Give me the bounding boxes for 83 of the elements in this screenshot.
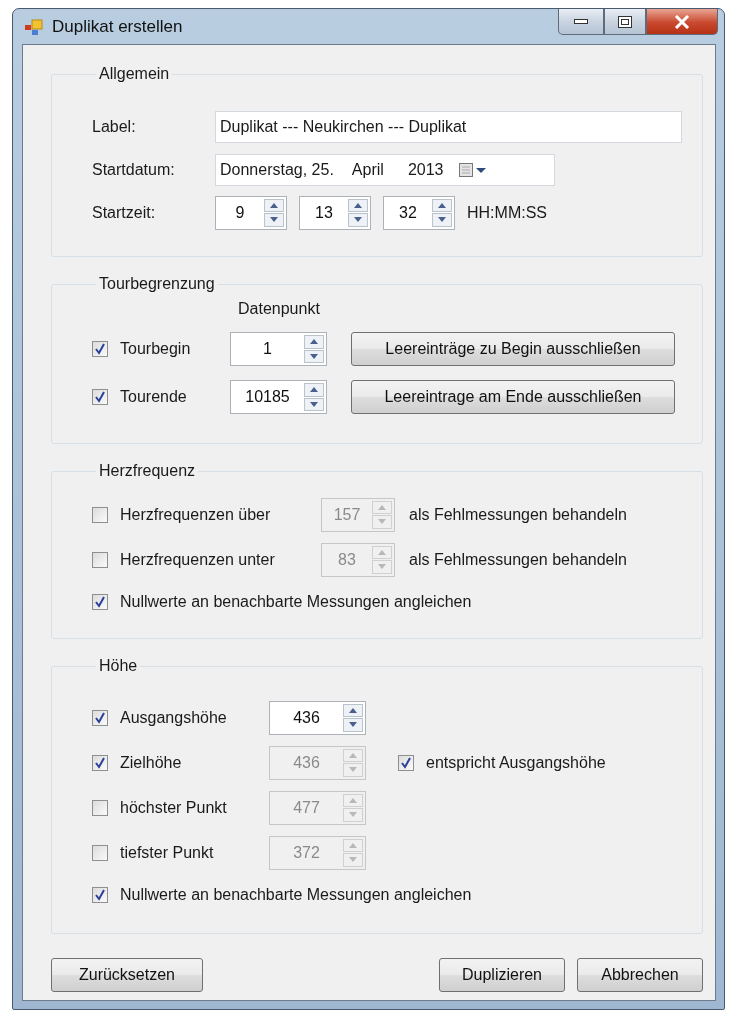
- spin-field[interactable]: 436: [269, 700, 366, 735]
- down-arrow-icon: [349, 812, 357, 818]
- up-arrow-icon: [270, 202, 278, 208]
- reset-button[interactable]: Zurücksetzen: [51, 958, 203, 992]
- exclude-button[interactable]: Leereintrage am Ende ausschließen: [351, 380, 675, 414]
- checkbox[interactable]: [92, 341, 108, 357]
- down-arrow-icon: [349, 722, 357, 728]
- checkbox-label: tiefster Punkt: [120, 843, 215, 862]
- maximize-icon: [618, 15, 632, 28]
- suffix-label: als Fehlmessungen behandeln: [409, 550, 627, 569]
- date-picker[interactable]: Donnerstag, 25. April 2013: [215, 153, 555, 186]
- spin-field[interactable]: 9: [215, 195, 287, 230]
- down-arrow-icon: [349, 767, 357, 773]
- field-label: Label:: [92, 117, 137, 136]
- spin-up-button[interactable]: [304, 383, 324, 397]
- dialog-button[interactable]: Duplizieren: [439, 958, 565, 992]
- minimize-icon: [574, 19, 588, 24]
- group-title: Höhe: [98, 657, 139, 675]
- down-arrow-icon: [349, 857, 357, 863]
- up-arrow-icon: [349, 707, 357, 713]
- calendar-dropdown-icon: [459, 161, 488, 178]
- spin-down-button[interactable]: [348, 213, 368, 227]
- down-arrow-icon: [378, 564, 386, 570]
- down-arrow-icon: [354, 217, 362, 223]
- spin-up-button[interactable]: [264, 198, 284, 212]
- checkbox-label: Herzfrequenzen über: [120, 505, 272, 524]
- close-icon: [674, 14, 690, 29]
- down-arrow-icon: [310, 353, 318, 359]
- up-arrow-icon: [378, 549, 386, 555]
- down-arrow-icon: [270, 217, 278, 223]
- checkbox-label: Ausgangshöhe: [120, 708, 228, 727]
- checkbox-label: Herzfrequenzen unter: [120, 550, 276, 569]
- up-arrow-icon: [438, 202, 446, 208]
- checkbox[interactable]: [92, 709, 108, 726]
- checkbox[interactable]: [92, 389, 108, 405]
- time-format-label: HH:MM:SS: [467, 203, 547, 222]
- checkbox-label: Tourende: [120, 388, 188, 406]
- spin-field[interactable]: 32: [383, 195, 455, 230]
- up-arrow-icon: [310, 387, 318, 393]
- field-label: Startzeit:: [92, 203, 157, 222]
- spin-down-button[interactable]: [304, 397, 324, 411]
- group-title: Herzfrequenz: [98, 462, 197, 480]
- spin-up-button[interactable]: [432, 198, 452, 212]
- checkbox-label: Nullwerte an benachbarte Messungen angleichen: [120, 886, 472, 904]
- spin-down-button[interactable]: [304, 349, 324, 363]
- spin-field[interactable]: 13: [299, 195, 371, 230]
- down-arrow-icon: [310, 401, 318, 407]
- checkbox-label: höchster Punkt: [120, 798, 228, 817]
- exclude-button[interactable]: Leereinträge zu Begin ausschließen: [351, 332, 675, 366]
- checkbox[interactable]: [92, 887, 108, 903]
- group-title: Tourbegrenzung: [98, 275, 216, 293]
- spin-up-button[interactable]: [304, 335, 324, 349]
- spin-down-button[interactable]: [432, 213, 452, 227]
- suffix-label: als Fehlmessungen behandeln: [409, 505, 627, 524]
- checkbox-label: Tourbegin: [120, 340, 192, 358]
- maximize-button[interactable]: [604, 9, 646, 35]
- field-label: Startdatum:: [92, 160, 176, 179]
- close-button[interactable]: [646, 9, 718, 35]
- down-arrow-icon: [378, 519, 386, 525]
- spin-down-button[interactable]: [343, 718, 363, 732]
- dialog-button[interactable]: Abbrechen: [577, 958, 703, 992]
- minimize-button[interactable]: [558, 9, 604, 35]
- input-field[interactable]: Duplikat --- Neukirchen --- Duplikat: [215, 110, 682, 143]
- spin-field[interactable]: 1: [230, 332, 327, 366]
- down-arrow-icon: [438, 217, 446, 223]
- up-arrow-icon: [378, 504, 386, 510]
- spin-field[interactable]: 10185: [230, 380, 327, 414]
- checkbox-label: Zielhöhe: [120, 753, 183, 772]
- column-header: Datenpunkt: [238, 300, 320, 318]
- checkbox-label: entspricht Ausgangshöhe: [426, 753, 606, 772]
- checkbox[interactable]: [92, 594, 108, 610]
- spin-up-button[interactable]: [348, 198, 368, 212]
- up-arrow-icon: [349, 797, 357, 803]
- up-arrow-icon: [349, 842, 357, 848]
- spin-up-button[interactable]: [343, 703, 363, 717]
- checkbox-label: Nullwerte an benachbarte Messungen angleichen: [120, 593, 472, 611]
- app-icon: [25, 18, 43, 35]
- up-arrow-icon: [354, 202, 362, 208]
- spin-down-button[interactable]: [264, 213, 284, 227]
- group-title: Allgemein: [98, 65, 171, 83]
- window-title: Duplikat erstellen: [52, 16, 184, 37]
- up-arrow-icon: [310, 339, 318, 345]
- up-arrow-icon: [349, 752, 357, 758]
